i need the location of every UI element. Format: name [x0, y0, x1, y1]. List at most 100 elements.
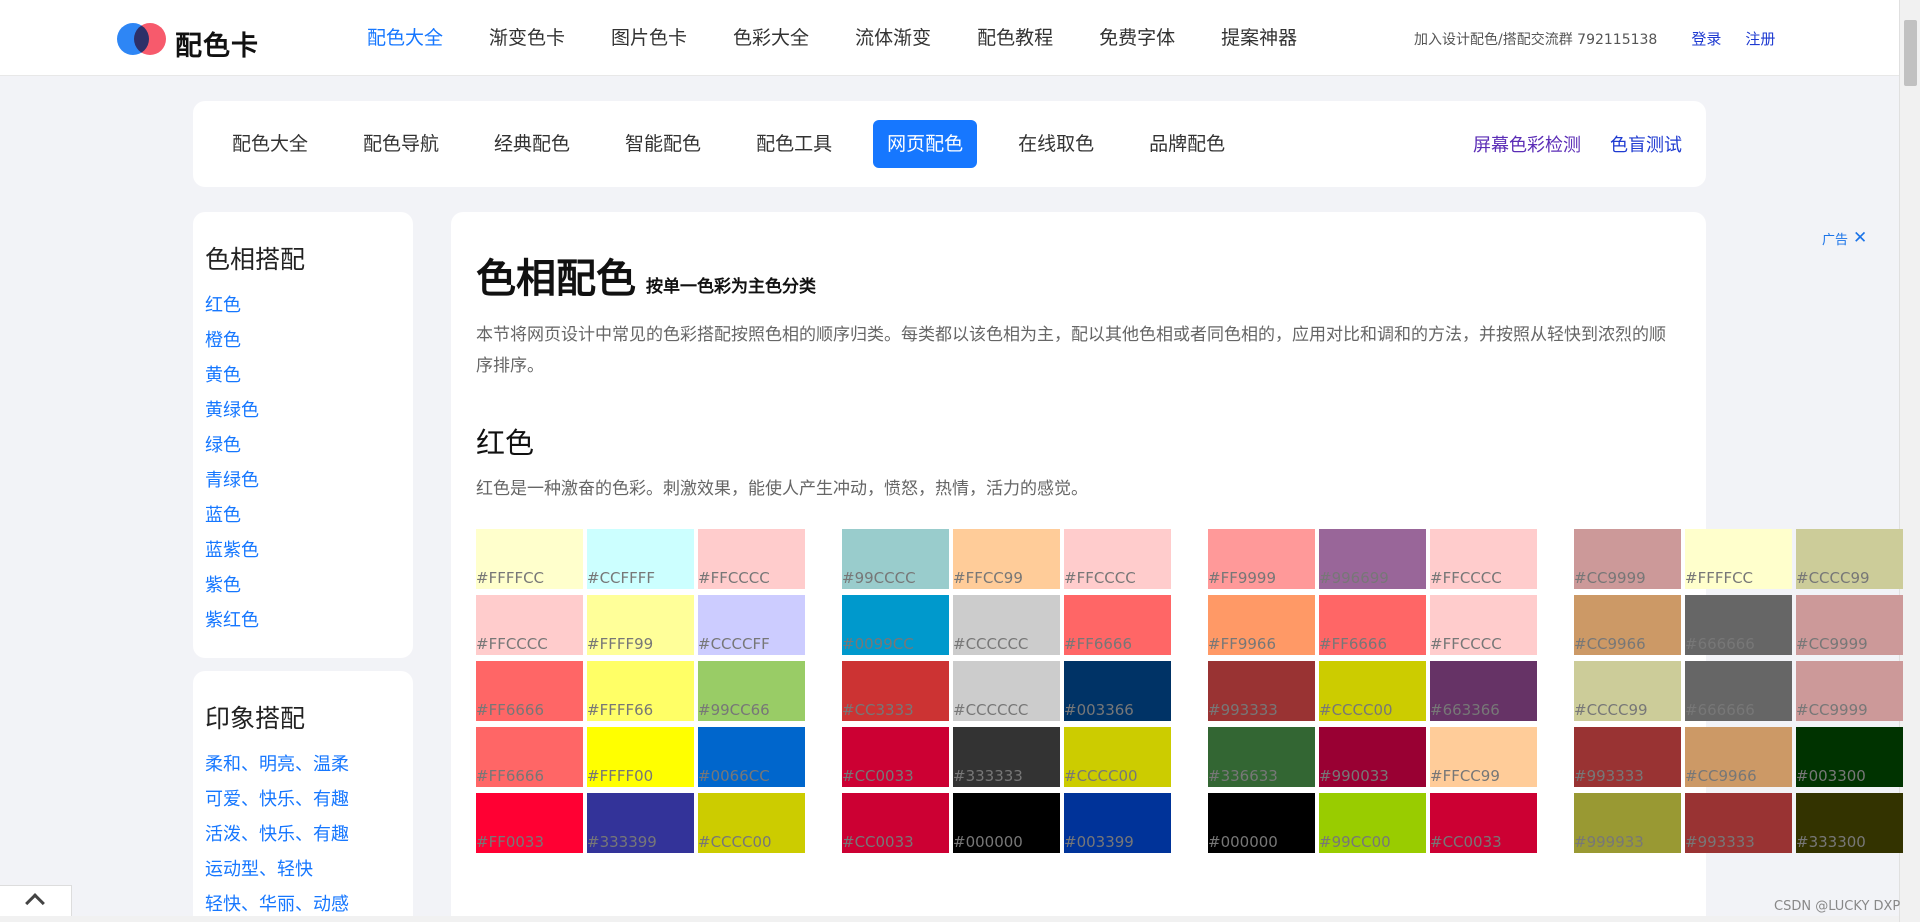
color-swatch[interactable]: #FFCCCC: [1430, 529, 1537, 589]
ad-badge[interactable]: 广告 ✕: [1822, 228, 1867, 248]
sidebar-item-purple[interactable]: 紫色: [205, 568, 401, 603]
color-swatch[interactable]: #CC9966: [1685, 727, 1792, 787]
color-swatch[interactable]: #FF6666: [476, 661, 583, 721]
color-swatch[interactable]: #CCCCCC: [953, 595, 1060, 655]
subnav-item-tools[interactable]: 配色工具: [742, 120, 846, 168]
color-swatch[interactable]: #FF0033: [476, 793, 583, 853]
color-swatch[interactable]: #FFCCCC: [1430, 595, 1537, 655]
color-swatch[interactable]: #336633: [1208, 727, 1315, 787]
color-swatch[interactable]: #FFCCCC: [476, 595, 583, 655]
subnav-item-classic[interactable]: 经典配色: [480, 120, 584, 168]
color-swatch[interactable]: #993333: [1685, 793, 1792, 853]
color-swatch[interactable]: #993333: [1208, 661, 1315, 721]
color-swatch[interactable]: #CC0033: [842, 793, 949, 853]
nav-item-image-card[interactable]: 图片色卡: [611, 22, 687, 54]
screen-color-test-link[interactable]: 屏幕色彩检测: [1473, 131, 1581, 157]
sidebar-hue-card: 色相搭配 红色 橙色 黄色 黄绿色 绿色 青绿色 蓝色 蓝紫色 紫色 紫红色: [193, 212, 413, 658]
color-swatch[interactable]: #99CC00: [1319, 793, 1426, 853]
color-swatch[interactable]: #CCCC99: [1796, 529, 1903, 589]
color-swatch[interactable]: #996699: [1319, 529, 1426, 589]
sidebar-item-yellow-green[interactable]: 黄绿色: [205, 393, 401, 428]
color-swatch[interactable]: #FF6666: [1319, 595, 1426, 655]
color-swatch[interactable]: #0099CC: [842, 595, 949, 655]
subnav-item-smart[interactable]: 智能配色: [611, 120, 715, 168]
color-swatch[interactable]: #003366: [1064, 661, 1171, 721]
color-swatch[interactable]: #003300: [1796, 727, 1903, 787]
color-swatch[interactable]: #CC9999: [1796, 595, 1903, 655]
color-swatch[interactable]: #99CC66: [698, 661, 805, 721]
sidebar-item-yellow[interactable]: 黄色: [205, 358, 401, 393]
color-swatch[interactable]: #999933: [1574, 793, 1681, 853]
color-swatch[interactable]: #FF6666: [1064, 595, 1171, 655]
color-swatch[interactable]: #FFCC99: [953, 529, 1060, 589]
color-swatch[interactable]: #666666: [1685, 661, 1792, 721]
color-swatch[interactable]: #99CCCC: [842, 529, 949, 589]
color-swatch[interactable]: #CC9999: [1796, 661, 1903, 721]
color-swatch[interactable]: #333399: [587, 793, 694, 853]
sidebar-item-green[interactable]: 绿色: [205, 428, 401, 463]
nav-item-fluid-gradient[interactable]: 流体渐变: [855, 22, 931, 54]
color-swatch[interactable]: #CCCC99: [1574, 661, 1681, 721]
sidebar-item-cute[interactable]: 可爱、快乐、有趣: [205, 782, 401, 817]
color-swatch[interactable]: #FFFF66: [587, 661, 694, 721]
color-swatch[interactable]: #CC9999: [1574, 529, 1681, 589]
sidebar-item-sporty[interactable]: 运动型、轻快: [205, 852, 401, 887]
horizontal-scrollbar[interactable]: [0, 916, 1899, 922]
color-swatch[interactable]: #FFFF00: [587, 727, 694, 787]
register-link[interactable]: 注册: [1745, 28, 1775, 49]
color-swatch[interactable]: #FFFF99: [587, 595, 694, 655]
colorblind-test-link[interactable]: 色盲测试: [1610, 131, 1682, 157]
sidebar-item-cyan-green[interactable]: 青绿色: [205, 463, 401, 498]
color-swatch[interactable]: #FFFFCC: [476, 529, 583, 589]
scrollbar-thumb[interactable]: [1904, 20, 1917, 86]
sidebar-item-orange[interactable]: 橙色: [205, 323, 401, 358]
sidebar-item-purple-red[interactable]: 紫红色: [205, 603, 401, 638]
nav-item-proposal[interactable]: 提案神器: [1221, 22, 1297, 54]
color-swatch[interactable]: #003399: [1064, 793, 1171, 853]
color-swatch[interactable]: #990033: [1319, 727, 1426, 787]
color-swatch[interactable]: #333300: [1796, 793, 1903, 853]
color-swatch[interactable]: #000000: [953, 793, 1060, 853]
color-swatch[interactable]: #0066CC: [698, 727, 805, 787]
nav-item-gradient-card[interactable]: 渐变色卡: [489, 22, 565, 54]
color-swatch[interactable]: #CCCC00: [1064, 727, 1171, 787]
color-swatch[interactable]: #CC3333: [842, 661, 949, 721]
color-swatch[interactable]: #993333: [1574, 727, 1681, 787]
nav-item-color-daquan[interactable]: 色彩大全: [733, 22, 809, 54]
logo[interactable]: 配色卡: [117, 22, 277, 62]
sidebar-item-blue-purple[interactable]: 蓝紫色: [205, 533, 401, 568]
color-swatch[interactable]: #CC0033: [1430, 793, 1537, 853]
color-swatch[interactable]: #CC9966: [1574, 595, 1681, 655]
color-swatch[interactable]: #000000: [1208, 793, 1315, 853]
login-link[interactable]: 登录: [1691, 28, 1721, 49]
color-swatch[interactable]: #FFCC99: [1430, 727, 1537, 787]
color-swatch[interactable]: #FF6666: [476, 727, 583, 787]
sidebar-item-lively[interactable]: 活泼、快乐、有趣: [205, 817, 401, 852]
color-swatch[interactable]: #666666: [1685, 595, 1792, 655]
color-swatch[interactable]: #FFCCCC: [1064, 529, 1171, 589]
color-swatch[interactable]: #CCCCCC: [953, 661, 1060, 721]
sidebar-item-blue[interactable]: 蓝色: [205, 498, 401, 533]
color-swatch[interactable]: #333333: [953, 727, 1060, 787]
color-swatch[interactable]: #CCCCFF: [698, 595, 805, 655]
sidebar-item-soft[interactable]: 柔和、明亮、温柔: [205, 747, 401, 782]
nav-item-tutorial[interactable]: 配色教程: [977, 22, 1053, 54]
color-swatch[interactable]: #FF9999: [1208, 529, 1315, 589]
subnav-item-navigation[interactable]: 配色导航: [349, 120, 453, 168]
color-swatch[interactable]: #FFCCCC: [698, 529, 805, 589]
subnav-item-web[interactable]: 网页配色: [873, 120, 978, 168]
subnav-item-peise-daquan[interactable]: 配色大全: [218, 120, 322, 168]
subnav-item-picker[interactable]: 在线取色: [1004, 120, 1108, 168]
close-icon[interactable]: ✕: [1853, 228, 1867, 248]
color-swatch[interactable]: #CC0033: [842, 727, 949, 787]
color-swatch[interactable]: #663366: [1430, 661, 1537, 721]
color-swatch[interactable]: #CCCC00: [698, 793, 805, 853]
nav-item-free-fonts[interactable]: 免费字体: [1099, 22, 1175, 54]
subnav-item-brand[interactable]: 品牌配色: [1135, 120, 1239, 168]
color-swatch[interactable]: #FFFFCC: [1685, 529, 1792, 589]
color-swatch[interactable]: #FF9966: [1208, 595, 1315, 655]
nav-item-peise-daquan[interactable]: 配色大全: [367, 22, 443, 54]
sidebar-item-red[interactable]: 红色: [205, 288, 401, 323]
color-swatch[interactable]: #CCCC00: [1319, 661, 1426, 721]
color-swatch[interactable]: #CCFFFF: [587, 529, 694, 589]
